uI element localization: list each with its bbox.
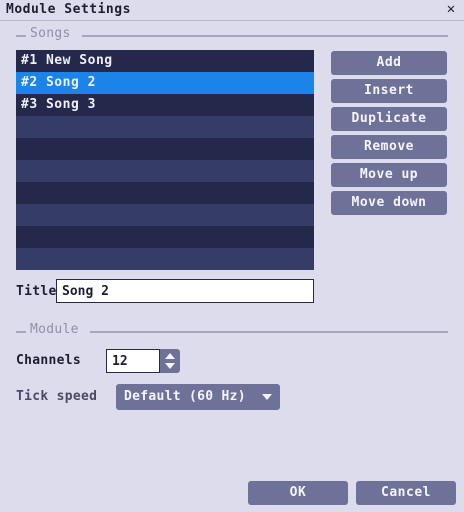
title-label: Title xyxy=(16,284,57,299)
ok-button[interactable]: OK xyxy=(248,481,348,505)
song-list-item[interactable] xyxy=(16,248,314,270)
channels-label: Channels xyxy=(16,353,82,368)
remove-button[interactable]: Remove xyxy=(331,135,447,159)
songs-section-header: Songs xyxy=(16,26,448,42)
channels-stepper xyxy=(106,349,180,373)
channels-input[interactable] xyxy=(106,349,160,373)
decrement-icon[interactable] xyxy=(165,363,175,369)
song-list-item[interactable] xyxy=(16,116,314,138)
move-down-button[interactable]: Move down xyxy=(331,191,447,215)
section-divider xyxy=(82,35,448,37)
song-list[interactable]: #1 New Song #2 Song 2 #3 Song 3 xyxy=(16,50,314,270)
increment-icon[interactable] xyxy=(165,353,175,359)
section-divider xyxy=(16,35,26,37)
cancel-button[interactable]: Cancel xyxy=(356,481,456,505)
stepper-arrows xyxy=(160,349,180,373)
song-list-item[interactable] xyxy=(16,182,314,204)
tick-speed-label: Tick speed xyxy=(16,389,98,404)
section-divider xyxy=(16,331,26,333)
module-section-label: Module xyxy=(30,322,79,337)
add-button[interactable]: Add xyxy=(331,51,447,75)
close-icon[interactable]: ✕ xyxy=(444,1,458,17)
move-up-button[interactable]: Move up xyxy=(331,163,447,187)
window-title: Module Settings xyxy=(6,2,131,17)
title-input[interactable] xyxy=(56,279,314,303)
module-section-header: Module xyxy=(16,322,448,338)
song-list-item[interactable] xyxy=(16,204,314,226)
chevron-down-icon xyxy=(262,394,272,400)
songs-section-label: Songs xyxy=(30,26,71,41)
title-bar: Module Settings ✕ xyxy=(0,0,464,21)
song-list-item[interactable] xyxy=(16,160,314,182)
song-list-item[interactable]: #2 Song 2 xyxy=(16,72,314,94)
section-divider xyxy=(90,331,448,333)
song-list-item[interactable]: #1 New Song xyxy=(16,50,314,72)
song-list-item[interactable]: #3 Song 3 xyxy=(16,94,314,116)
tick-speed-value: Default (60 Hz) xyxy=(124,389,246,404)
duplicate-button[interactable]: Duplicate xyxy=(331,107,447,131)
song-list-item[interactable] xyxy=(16,138,314,160)
song-list-item[interactable] xyxy=(16,226,314,248)
tick-speed-dropdown[interactable]: Default (60 Hz) xyxy=(116,384,280,410)
insert-button[interactable]: Insert xyxy=(331,79,447,103)
